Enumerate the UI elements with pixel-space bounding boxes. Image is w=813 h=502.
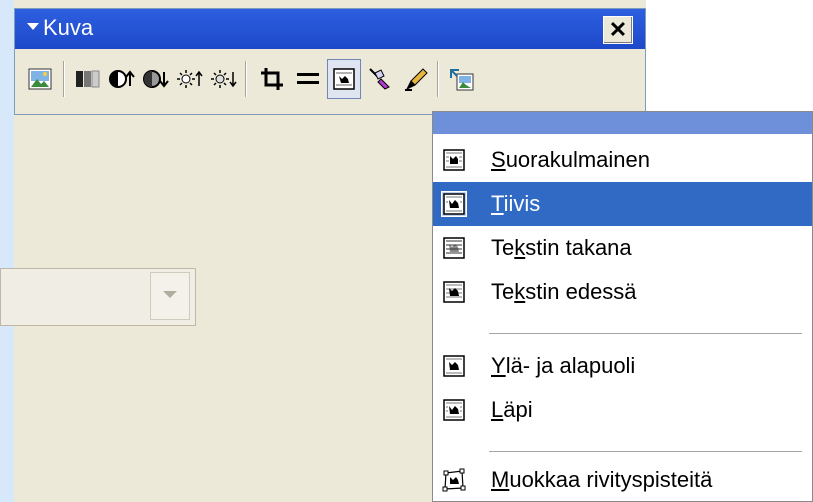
menu-item-square[interactable]: Suorakulmainen	[433, 138, 812, 182]
set-transparent-color-icon	[405, 68, 428, 91]
text-wrapping-menu: Suorakulmainen Tiivis Tekstin takana Tek…	[432, 111, 813, 502]
tight-wrap-icon	[441, 191, 467, 217]
toolbar-options-icon[interactable]	[27, 23, 39, 30]
picture-toolbar: Kuva ✕	[14, 8, 646, 115]
less-contrast-button[interactable]	[139, 59, 173, 99]
menu-item-label: Tekstin takana	[491, 235, 632, 260]
crop-button[interactable]	[255, 59, 289, 99]
toolbar-separator	[245, 61, 247, 97]
line-style-button[interactable]	[291, 59, 325, 99]
menu-item-edit-wrap-points[interactable]: Muokkaa rivityspisteitä	[433, 458, 812, 502]
document-area	[646, 0, 813, 115]
more-brightness-icon	[177, 70, 203, 88]
less-contrast-icon	[143, 70, 169, 88]
edit-wrap-points-icon	[441, 467, 467, 493]
chevron-down-icon	[163, 291, 177, 298]
menu-item-label: Tekstin edessä	[491, 279, 637, 304]
top-bottom-wrap-icon	[441, 353, 467, 379]
menu-item-label: Muokkaa rivityspisteitä	[491, 467, 713, 492]
in-front-of-text-icon	[441, 279, 467, 305]
toolbar-separator	[437, 61, 439, 97]
color-button[interactable]	[71, 59, 105, 99]
more-contrast-icon	[109, 70, 135, 88]
toolbar-separator	[63, 61, 65, 97]
insert-picture-icon	[28, 68, 52, 90]
menu-item-tight[interactable]: Tiivis	[433, 182, 812, 226]
more-contrast-button[interactable]	[105, 59, 139, 99]
square-wrap-icon	[441, 147, 467, 173]
menu-item-top-and-bottom[interactable]: Ylä- ja alapuoli	[433, 344, 812, 388]
format-picture-icon	[369, 68, 390, 90]
menu-item-label: Suorakulmainen	[491, 147, 650, 172]
set-transparent-color-button[interactable]	[399, 59, 433, 99]
format-picture-button[interactable]	[363, 59, 397, 99]
menu-item-label: Läpi	[491, 397, 533, 422]
reset-picture-button[interactable]	[445, 59, 479, 99]
menu-item-through[interactable]: Läpi	[433, 388, 812, 432]
less-brightness-button[interactable]	[207, 59, 241, 99]
text-wrapping-icon	[333, 68, 355, 90]
menu-separator	[489, 333, 802, 334]
menu-separator	[489, 451, 802, 452]
dropdown-arrow-button[interactable]	[150, 272, 190, 320]
toolbar-titlebar[interactable]: Kuva ✕	[15, 9, 645, 49]
menu-header-bar	[433, 112, 812, 134]
text-wrapping-button[interactable]	[327, 59, 361, 99]
behind-text-icon	[441, 235, 467, 261]
color-icon	[76, 70, 100, 88]
line-style-icon	[297, 73, 319, 84]
menu-item-label: Tiivis	[491, 191, 541, 216]
reset-picture-icon	[450, 69, 474, 91]
more-brightness-button[interactable]	[173, 59, 207, 99]
less-brightness-icon	[211, 70, 237, 88]
insert-picture-button[interactable]	[23, 59, 57, 99]
toolbar-title: Kuva	[43, 15, 94, 40]
close-button[interactable]: ✕	[603, 16, 633, 44]
menu-item-behind-text[interactable]: Tekstin takana	[433, 226, 812, 270]
menu-item-label: Ylä- ja alapuoli	[491, 353, 636, 378]
through-wrap-icon	[441, 397, 467, 423]
menu-item-in-front-of-text[interactable]: Tekstin edessä	[433, 270, 812, 314]
crop-icon	[261, 68, 283, 90]
